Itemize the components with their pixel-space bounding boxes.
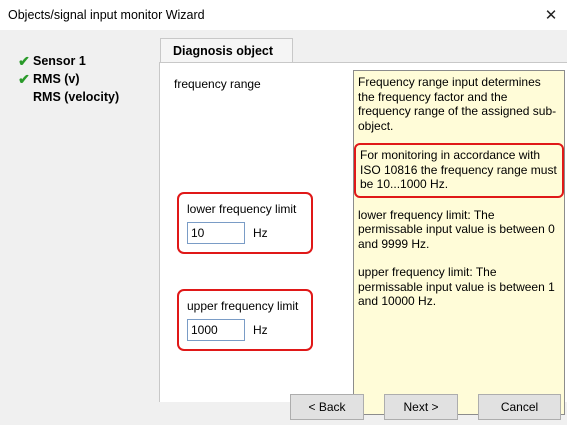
close-button[interactable]: ✕ bbox=[535, 0, 567, 30]
upper-frequency-group: upper frequency limit Hz bbox=[177, 289, 313, 351]
wizard-dialog: ✔ Sensor 1 ✔ RMS (v) RMS (velocity) Diag… bbox=[0, 30, 567, 425]
step-label: RMS (velocity) bbox=[33, 90, 120, 104]
diagnosis-object-panel: frequency range lower frequency limit Hz… bbox=[159, 62, 567, 415]
lower-frequency-unit: Hz bbox=[253, 226, 268, 240]
step-label: Sensor 1 bbox=[33, 54, 86, 68]
title-bar: Objects/signal input monitor Wizard ✕ bbox=[0, 0, 567, 30]
step-rms-velocity: RMS (velocity) bbox=[0, 88, 119, 106]
lower-frequency-label: lower frequency limit bbox=[187, 202, 297, 216]
frequency-range-label: frequency range bbox=[174, 77, 261, 91]
close-icon: ✕ bbox=[544, 7, 558, 24]
step-label: RMS (v) bbox=[33, 72, 80, 86]
window-title: Objects/signal input monitor Wizard bbox=[8, 8, 205, 22]
help-paragraph: lower frequency limit: The permissable i… bbox=[358, 207, 555, 251]
lower-frequency-input[interactable] bbox=[187, 222, 245, 244]
upper-frequency-input[interactable] bbox=[187, 319, 245, 341]
wizard-steps: ✔ Sensor 1 ✔ RMS (v) RMS (velocity) bbox=[0, 30, 153, 425]
step-rms-v: ✔ RMS (v) bbox=[0, 70, 80, 88]
next-button[interactable]: Next > bbox=[384, 394, 458, 420]
back-button[interactable]: < Back bbox=[290, 394, 364, 420]
checkmark-icon: ✔ bbox=[18, 52, 30, 69]
help-paragraph: upper frequency limit: The permissable i… bbox=[358, 265, 555, 308]
upper-frequency-unit: Hz bbox=[253, 323, 268, 337]
upper-frequency-label: upper frequency limit bbox=[187, 299, 299, 313]
cancel-button[interactable]: Cancel bbox=[478, 394, 561, 420]
lower-frequency-group: lower frequency limit Hz bbox=[177, 192, 313, 254]
tab-diagnosis-object[interactable]: Diagnosis object bbox=[160, 38, 293, 62]
help-text-box: Frequency range input determines the fre… bbox=[353, 70, 565, 415]
step-sensor-1: ✔ Sensor 1 bbox=[0, 52, 86, 70]
iso-10816-note: For monitoring in accordance with ISO 10… bbox=[354, 143, 564, 198]
tab-label: Diagnosis object bbox=[173, 43, 274, 58]
help-paragraph: Frequency range input determines the fre… bbox=[358, 75, 557, 133]
checkmark-icon: ✔ bbox=[18, 70, 30, 87]
